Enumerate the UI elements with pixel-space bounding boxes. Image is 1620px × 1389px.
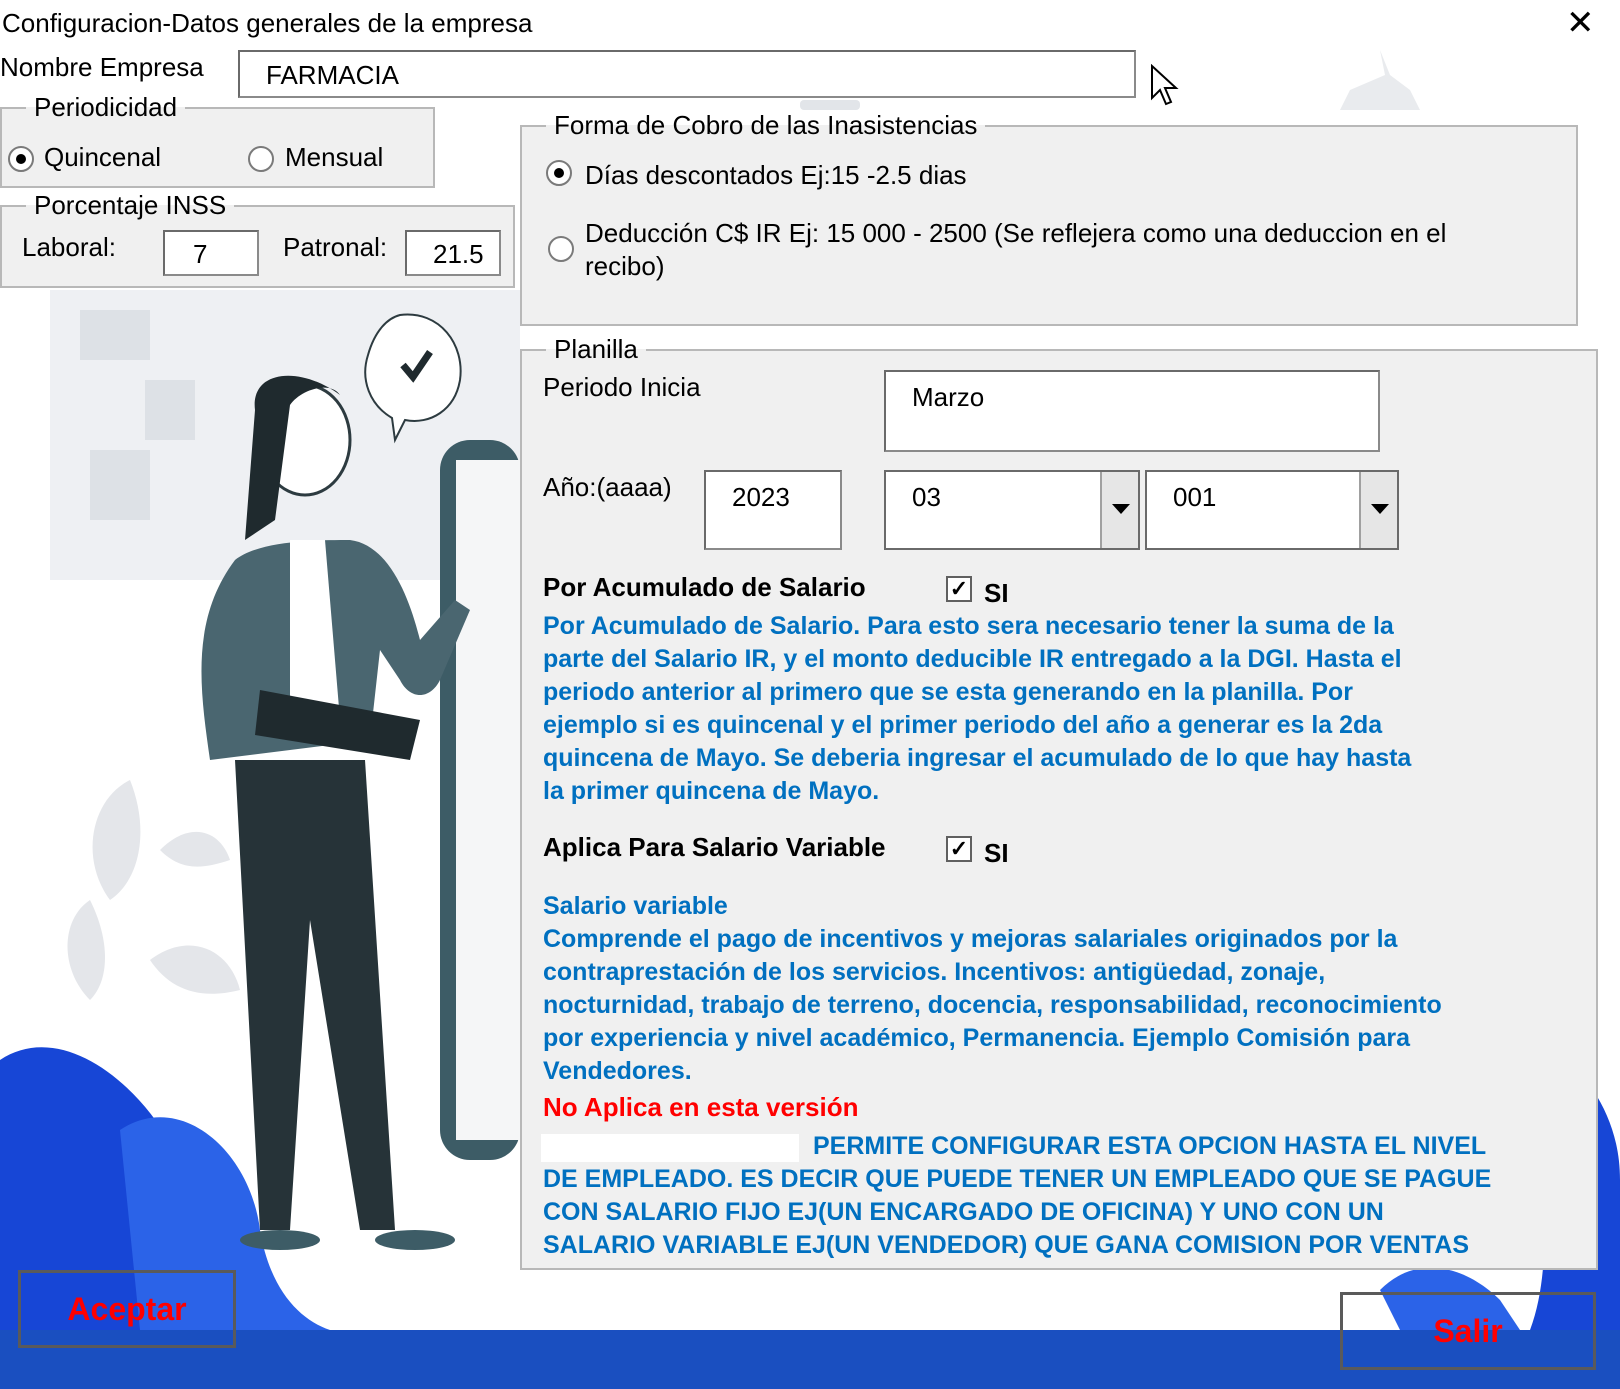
acumulado-line: quincena de Mayo. Se deberia ingresar el… bbox=[543, 744, 1412, 772]
acumulado-line: periodo anterior al primero que se esta … bbox=[543, 678, 1353, 706]
periodo-inicia-input[interactable]: Marzo bbox=[884, 370, 1380, 452]
numero-dropdown[interactable]: 001 bbox=[1145, 470, 1399, 550]
variable-line: nocturnidad, trabajo de terreno, docenci… bbox=[543, 991, 1442, 1019]
dias-descontados-label: Días descontados Ej:15 -2.5 dias bbox=[585, 160, 967, 190]
variable-line: Comprende el pago de incentivos y mejora… bbox=[543, 925, 1398, 953]
close-icon[interactable]: ✕ bbox=[1566, 6, 1595, 40]
permite-line: SALARIO VARIABLE EJ(UN VENDEDOR) QUE GAN… bbox=[543, 1231, 1469, 1259]
variable-line: por experiencia y nivel académico, Perma… bbox=[543, 1024, 1411, 1052]
redaction-box bbox=[405, 58, 515, 94]
periodicidad-legend: Periodicidad bbox=[34, 92, 178, 122]
patronal-input[interactable]: 21.5 bbox=[405, 230, 501, 276]
empresa-input[interactable]: FARMACIA S bbox=[238, 50, 1136, 98]
chevron-down-icon[interactable] bbox=[1100, 472, 1138, 548]
variable-line: Salario variable bbox=[543, 892, 728, 920]
permite-line: DE EMPLEADO. ES DECIR QUE PUEDE TENER UN… bbox=[543, 1165, 1492, 1193]
patronal-label: Patronal: bbox=[283, 232, 388, 262]
numero-value: 001 bbox=[1173, 482, 1217, 512]
acumulado-line: parte del Salario IR, y el monto deducib… bbox=[543, 645, 1402, 673]
mes-value: 03 bbox=[912, 482, 941, 512]
variable-description: Salario variable Comprende el pago de in… bbox=[543, 890, 1603, 1088]
periodo-inicia-label: Periodo Inicia bbox=[543, 372, 701, 402]
permite-line: PERMITE CONFIGURAR ESTA OPCION HASTA EL … bbox=[813, 1132, 1487, 1160]
laboral-label: Laboral: bbox=[22, 232, 116, 262]
variable-checkbox[interactable]: ✓ bbox=[946, 836, 972, 862]
mensual-label: Mensual bbox=[285, 142, 384, 172]
acumulado-description: Por Acumulado de Salario. Para esto sera… bbox=[543, 610, 1603, 808]
acumulado-line: ejemplo si es quincenal y el primer peri… bbox=[543, 711, 1383, 739]
variable-si-label: SI bbox=[984, 838, 1009, 868]
radio-quincenal[interactable] bbox=[8, 146, 34, 172]
variable-label: Aplica Para Salario Variable bbox=[543, 832, 886, 862]
cobro-legend: Forma de Cobro de las Inasistencias bbox=[554, 110, 978, 140]
acumulado-si-label: SI bbox=[984, 578, 1009, 608]
radio-deduccion-ir[interactable] bbox=[548, 236, 574, 262]
acumulado-line: Por Acumulado de Salario. Para esto sera… bbox=[543, 612, 1394, 640]
anio-input[interactable]: 2023 bbox=[704, 470, 842, 550]
inss-legend: Porcentaje INSS bbox=[34, 190, 227, 220]
variable-line: Vendedores. bbox=[543, 1057, 692, 1085]
permite-description: PERMITE CONFIGURAR ESTA OPCION HASTA EL … bbox=[543, 1130, 1613, 1262]
radio-mensual[interactable] bbox=[248, 146, 274, 172]
mouse-cursor-icon bbox=[1151, 64, 1179, 106]
laboral-input[interactable]: 7 bbox=[163, 230, 259, 276]
periodicidad-group: Periodicidad bbox=[0, 92, 435, 188]
acumulado-label: Por Acumulado de Salario bbox=[543, 572, 866, 602]
radio-dias-descontados[interactable] bbox=[546, 160, 572, 186]
empresa-label: Nombre Empresa bbox=[0, 52, 204, 82]
permite-line: CON SALARIO FIJO EJ(UN ENCARGADO DE OFIC… bbox=[543, 1198, 1384, 1226]
no-aplica-label: No Aplica en esta versión bbox=[543, 1092, 859, 1122]
empresa-value: FARMACIA S bbox=[266, 60, 423, 90]
variable-line: contraprestación de los servicios. Incen… bbox=[543, 958, 1326, 986]
planilla-legend: Planilla bbox=[554, 334, 638, 364]
deduccion-ir-label-line1: Deducción C$ IR Ej: 15 000 - 2500 (Se re… bbox=[585, 218, 1447, 248]
window-title: Configuracion-Datos generales de la empr… bbox=[2, 8, 533, 38]
acumulado-checkbox[interactable]: ✓ bbox=[946, 576, 972, 602]
quincenal-label: Quincenal bbox=[44, 142, 162, 172]
deduccion-ir-label-line2: recibo) bbox=[585, 251, 665, 281]
salir-button[interactable]: Salir bbox=[1340, 1292, 1596, 1370]
mes-dropdown[interactable]: 03 bbox=[884, 470, 1140, 550]
chevron-down-icon[interactable] bbox=[1359, 472, 1397, 548]
anio-label: Año:(aaaa) bbox=[543, 472, 672, 502]
acumulado-line: la primer quincena de Mayo. bbox=[543, 777, 880, 805]
aceptar-button[interactable]: Aceptar bbox=[18, 1270, 236, 1348]
